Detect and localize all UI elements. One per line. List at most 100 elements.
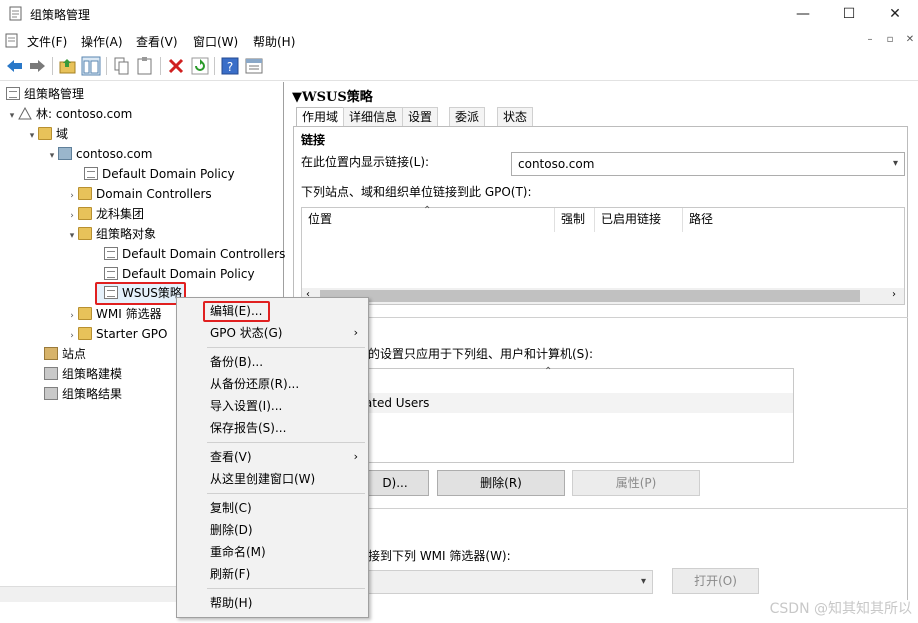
menu-action[interactable]: 操作(A) xyxy=(81,33,123,50)
tree-node-modeling[interactable]: 组策略建模 xyxy=(44,364,122,384)
up-folder-icon[interactable] xyxy=(58,56,78,76)
results-icon xyxy=(44,387,58,400)
expand-chevron-icon[interactable]: › xyxy=(66,306,78,326)
menu-item-label: 备份(B)... xyxy=(210,355,264,369)
menu-window[interactable]: 窗口(W) xyxy=(193,33,238,50)
collapse-chevron-icon[interactable]: ▾ xyxy=(26,126,38,146)
menu-item-backup[interactable]: 备份(B)... xyxy=(177,351,368,373)
tree-node-domain[interactable]: ▾ contoso.com xyxy=(46,144,152,164)
collapse-chevron-icon[interactable]: ▾ xyxy=(66,226,78,246)
links-list[interactable]: 位置 ⌃ 强制 已启用链接 路径 ‹ › xyxy=(301,205,905,305)
display-links-label: 在此位置内显示链接(L): xyxy=(301,155,430,169)
tree-node-wsus-policy[interactable]: WSUS策略 xyxy=(95,282,186,305)
tree-node-ddp-link[interactable]: Default Domain Policy xyxy=(84,164,235,184)
tree-node-label: Default Domain Policy xyxy=(102,167,235,181)
tab-status[interactable]: 状态 xyxy=(497,107,534,127)
tab-scope[interactable]: 作用域 xyxy=(296,107,345,128)
tree-node-forest[interactable]: ▾ 林: contoso.com xyxy=(6,104,132,124)
tree-node-longke[interactable]: › 龙科集团 xyxy=(66,204,144,224)
menu-item-save-report[interactable]: 保存报告(S)... xyxy=(177,417,368,439)
menu-item-new-window[interactable]: 从这里创建窗口(W) xyxy=(177,468,368,490)
expand-chevron-icon[interactable]: › xyxy=(66,326,78,346)
collapse-chevron-icon[interactable]: ▾ xyxy=(6,106,18,126)
links-horizontal-scrollbar[interactable]: ‹ › xyxy=(302,288,904,304)
scrollbar-thumb[interactable] xyxy=(320,290,860,302)
menu-file[interactable]: 文件(F) xyxy=(27,33,67,50)
column-header-enforced[interactable]: 强制 xyxy=(555,208,595,232)
menu-item-view[interactable]: 查看(V) › xyxy=(177,446,368,468)
menu-item-label: 刷新(F) xyxy=(210,567,251,581)
column-header-path[interactable]: 路径 xyxy=(683,208,904,232)
menu-item-edit[interactable]: 编辑(E)... xyxy=(177,300,368,322)
expand-chevron-icon[interactable]: › xyxy=(66,186,78,206)
menu-item-copy[interactable]: 复制(C) xyxy=(177,497,368,519)
menu-separator xyxy=(207,442,365,443)
tree-node-results[interactable]: 组策略结果 xyxy=(44,384,122,404)
folder-icon xyxy=(78,307,92,320)
minimize-button[interactable]: — xyxy=(780,0,826,28)
location-dropdown[interactable]: contoso.com ▾ xyxy=(511,152,905,176)
menu-item-restore[interactable]: 从备份还原(R)... xyxy=(177,373,368,395)
menu-separator xyxy=(207,347,365,348)
menu-item-import[interactable]: 导入设置(I)... xyxy=(177,395,368,417)
forward-icon[interactable] xyxy=(27,56,47,76)
remove-button[interactable]: 删除(R) xyxy=(437,470,565,496)
menu-item-label: 保存报告(S)... xyxy=(210,421,287,435)
tree-node-ddp[interactable]: Default Domain Policy xyxy=(104,264,255,284)
ou-folder-icon xyxy=(78,187,92,200)
submenu-arrow-icon: › xyxy=(353,450,358,463)
paste-icon[interactable] xyxy=(135,56,155,76)
collapse-chevron-icon[interactable]: ▾ xyxy=(46,146,58,166)
tab-settings[interactable]: 设置 xyxy=(402,107,439,127)
tab-details[interactable]: 详细信息 xyxy=(343,107,404,127)
close-button[interactable]: ✕ xyxy=(872,0,918,28)
tree-node-ddcp[interactable]: Default Domain Controllers xyxy=(104,244,285,264)
scroll-right-icon[interactable]: › xyxy=(892,289,896,300)
refresh-icon[interactable] xyxy=(190,56,210,76)
properties-icon[interactable] xyxy=(244,56,264,76)
toolbar: ? xyxy=(0,52,918,81)
tree-node-gpo-objects[interactable]: ▾ 组策略对象 xyxy=(66,224,156,244)
menu-item-gpo-status[interactable]: GPO 状态(G) › xyxy=(177,322,368,344)
column-header-link-enabled[interactable]: 已启用链接 xyxy=(595,208,683,232)
properties-button[interactable]: 属性(P) xyxy=(572,470,700,496)
tree-node-starter-gpo[interactable]: › Starter GPO xyxy=(66,324,167,344)
mdi-minimize-button[interactable]: – xyxy=(863,34,877,46)
menu-item-label: 导入设置(I)... xyxy=(210,399,283,413)
tree-node-domain-controllers[interactable]: › Domain Controllers xyxy=(66,184,212,204)
gpo-link-icon xyxy=(84,167,98,180)
mdi-close-button[interactable]: ✕ xyxy=(903,34,917,46)
mdi-restore-button[interactable]: ▫ xyxy=(883,34,897,46)
location-dropdown-value: contoso.com xyxy=(518,157,595,171)
folder-icon xyxy=(38,127,52,140)
tree-node-gpmc-root[interactable]: 组策略管理 xyxy=(6,84,84,104)
menu-item-label: 复制(C) xyxy=(210,501,252,515)
security-filter-list[interactable]: ⌃ icated Users xyxy=(301,366,794,463)
menu-item-refresh[interactable]: 刷新(F) xyxy=(177,563,368,585)
submenu-arrow-icon: › xyxy=(353,326,358,339)
tree-node-label: 组策略对象 xyxy=(96,227,157,241)
menu-view[interactable]: 查看(V) xyxy=(136,33,178,50)
tree-node-wmi-filters[interactable]: › WMI 筛选器 xyxy=(66,304,162,324)
help-icon[interactable]: ? xyxy=(220,56,240,76)
tree-node-domains[interactable]: ▾ 域 xyxy=(26,124,68,144)
menu-item-rename[interactable]: 重命名(M) xyxy=(177,541,368,563)
folder-icon xyxy=(78,327,92,340)
sort-ascending-icon: ⌃ xyxy=(423,205,432,216)
tree-node-label: Domain Controllers xyxy=(96,187,212,201)
menu-item-label: 从备份还原(R)... xyxy=(210,377,300,391)
open-wmi-button[interactable]: 打开(O) xyxy=(672,568,759,594)
document-menu-icon[interactable] xyxy=(5,33,19,48)
tree-node-label: 组策略建模 xyxy=(62,367,123,381)
tab-delegation[interactable]: 委派 xyxy=(449,107,486,127)
show-tree-icon[interactable] xyxy=(81,56,101,76)
expand-chevron-icon[interactable]: › xyxy=(66,206,78,226)
menu-item-help[interactable]: 帮助(H) xyxy=(177,592,368,614)
menu-item-delete[interactable]: 删除(D) xyxy=(177,519,368,541)
back-icon[interactable] xyxy=(5,56,25,76)
menu-help[interactable]: 帮助(H) xyxy=(253,33,295,50)
copy-icon[interactable] xyxy=(112,56,132,76)
maximize-button[interactable]: ☐ xyxy=(826,0,872,28)
delete-icon[interactable] xyxy=(166,56,186,76)
tree-node-sites[interactable]: 站点 xyxy=(44,344,86,364)
